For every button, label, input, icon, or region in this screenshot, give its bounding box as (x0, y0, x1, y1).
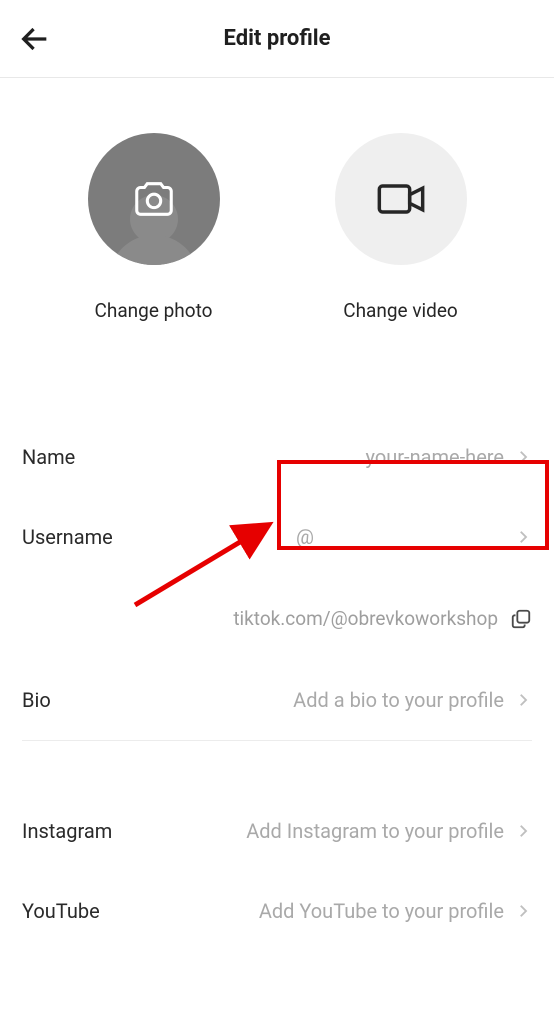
change-photo-button[interactable]: Change photo (88, 133, 220, 322)
name-value: your-name-here (366, 445, 504, 469)
video-avatar-circle (335, 133, 467, 265)
back-button[interactable] (18, 22, 52, 56)
instagram-row[interactable]: Instagram Add Instagram to your profile (22, 791, 532, 871)
section-divider (22, 740, 532, 741)
media-row: Change photo Change video (0, 78, 554, 342)
bio-fields: Bio Add a bio to your profile (0, 660, 554, 740)
youtube-label: YouTube (22, 899, 100, 923)
youtube-row[interactable]: YouTube Add YouTube to your profile (22, 871, 532, 951)
instagram-value: Add Instagram to your profile (246, 819, 504, 843)
change-video-label: Change video (343, 299, 458, 322)
chevron-right-icon (514, 448, 532, 466)
bio-label: Bio (22, 688, 51, 712)
chevron-right-icon (514, 528, 532, 546)
bio-value-wrap: Add a bio to your profile (293, 688, 532, 712)
name-label: Name (22, 445, 75, 469)
instagram-label: Instagram (22, 819, 112, 843)
chevron-right-icon (514, 822, 532, 840)
bio-row[interactable]: Bio Add a bio to your profile (22, 660, 532, 740)
avatar-placeholder-body (109, 235, 199, 265)
profile-url-row: tiktok.com/@obrevkoworkshop (0, 607, 554, 630)
name-row[interactable]: Name your-name-here (22, 417, 532, 497)
photo-avatar-circle (88, 133, 220, 265)
change-photo-label: Change photo (95, 299, 213, 322)
name-value-wrap: your-name-here (366, 445, 532, 469)
bio-value: Add a bio to your profile (293, 688, 504, 712)
username-row[interactable]: Username @ (22, 497, 532, 577)
header: Edit profile (0, 0, 554, 78)
back-arrow-icon (18, 22, 52, 56)
username-value-wrap: @ (296, 525, 532, 549)
username-label: Username (22, 525, 113, 549)
chevron-right-icon (514, 691, 532, 709)
youtube-value: Add YouTube to your profile (259, 899, 504, 923)
profile-url-text: tiktok.com/@obrevkoworkshop (233, 607, 498, 630)
copy-icon[interactable] (510, 608, 532, 630)
instagram-value-wrap: Add Instagram to your profile (246, 819, 532, 843)
profile-fields: Name your-name-here Username @ (0, 417, 554, 577)
change-video-button[interactable]: Change video (335, 133, 467, 322)
youtube-value-wrap: Add YouTube to your profile (259, 899, 532, 923)
chevron-right-icon (514, 902, 532, 920)
social-fields: Instagram Add Instagram to your profile … (0, 791, 554, 951)
video-icon (375, 173, 427, 225)
camera-icon (131, 176, 177, 222)
page-title: Edit profile (224, 26, 331, 51)
username-value: @ (296, 525, 314, 549)
